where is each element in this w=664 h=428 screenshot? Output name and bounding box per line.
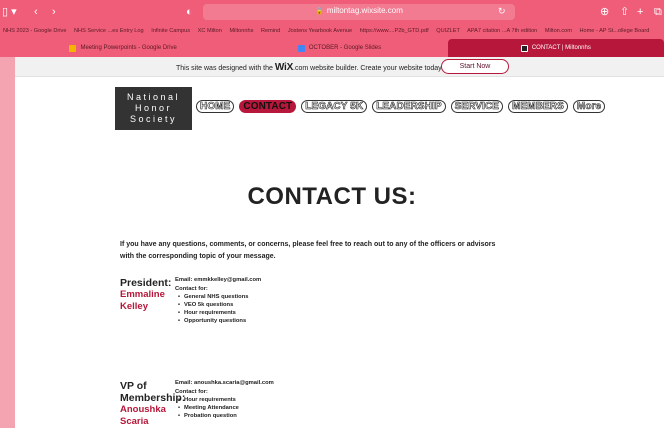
nav-more[interactable]: More bbox=[572, 100, 606, 113]
bookmark-item[interactable]: NHS Service ...es Entry Log bbox=[74, 28, 144, 34]
wix-banner: This site was designed with the WiX.com … bbox=[15, 57, 664, 77]
topic-list: General NHS questions VEO 5k questions H… bbox=[175, 293, 261, 325]
browser-toolbar: ▯ ▾ ‹ › ◐ 🔒 miltontag.wixsite.com ↻ ⊕ ⇧ +… bbox=[0, 0, 664, 24]
site-nav: HOME CONTACT LEGACY 5K LEADERSHIP SERVIC… bbox=[196, 100, 606, 113]
bookmark-item[interactable]: https://www....P2b_GTD.pdf bbox=[360, 28, 429, 34]
shield-icon[interactable]: ◐ bbox=[186, 5, 193, 19]
bookmarks-bar: NHS 2023 - Google Drive NHS Service ...e… bbox=[0, 24, 664, 38]
tab-bar: Meeting Powerpoints - Google Drive OCTOB… bbox=[15, 38, 664, 57]
wix-logo: WiX bbox=[274, 62, 294, 73]
topic-item: VEO 5k questions bbox=[178, 301, 261, 309]
topic-list: Hour requirements Meeting Attendance Pro… bbox=[175, 396, 274, 420]
topic-item: General NHS questions bbox=[178, 293, 261, 301]
address-bar[interactable]: 🔒 miltontag.wixsite.com bbox=[203, 4, 515, 20]
bookmark-item[interactable]: XC Milton bbox=[198, 28, 222, 34]
sidebar-toggle-icon[interactable]: ▯ ▾ bbox=[2, 5, 17, 19]
nav-leadership[interactable]: LEADERSHIP bbox=[372, 100, 446, 113]
officer-email[interactable]: Email: emmkkelley@gmail.com bbox=[175, 277, 261, 283]
nav-members[interactable]: MEMBERS bbox=[508, 100, 568, 113]
bookmark-item[interactable]: Infinite Campus bbox=[151, 28, 190, 34]
bookmark-item[interactable]: Home - AP St...ollege Board bbox=[579, 28, 649, 34]
intro-text: If you have any questions, comments, or … bbox=[120, 241, 496, 260]
wix-banner-text: This site was designed with the WiX.com … bbox=[176, 62, 444, 73]
bookmark-item[interactable]: Remind bbox=[261, 28, 280, 34]
officer-name: Anoushka Scaria bbox=[120, 404, 166, 427]
tab-october-slides[interactable]: OCTOBER - Google Slides bbox=[231, 39, 447, 57]
wix-icon bbox=[520, 44, 528, 52]
url-text: miltontag.wixsite.com bbox=[326, 6, 403, 15]
back-icon[interactable]: ‹ bbox=[34, 5, 38, 19]
nav-service[interactable]: SERVICE bbox=[450, 100, 504, 113]
google-slides-icon bbox=[297, 44, 305, 52]
topic-item: Hour requirements bbox=[178, 396, 274, 404]
site-logo[interactable]: National Honor Society bbox=[115, 87, 192, 130]
tab-meeting-powerpoints[interactable]: Meeting Powerpoints - Google Drive bbox=[15, 39, 231, 57]
tab-overview-icon[interactable]: ⧉ bbox=[654, 5, 662, 19]
officer-contact-info: Email: emmkkelley@gmail.com Contact for:… bbox=[175, 277, 261, 325]
bookmark-item[interactable]: APA7 citation ...A 7th edition bbox=[467, 28, 537, 34]
contact-for-label: Contact for: bbox=[175, 286, 208, 292]
officer-role: President: bbox=[120, 277, 172, 289]
nav-legacy-5k[interactable]: LEGACY 5K bbox=[301, 100, 368, 113]
topic-item: Hour requirements bbox=[178, 309, 261, 317]
reload-icon[interactable]: ↻ bbox=[498, 4, 506, 18]
google-drive-icon bbox=[69, 44, 77, 52]
bookmark-item[interactable]: Jostens Yearbook Avenue bbox=[288, 28, 352, 34]
page-title: CONTACT US: bbox=[247, 183, 417, 210]
officer-email[interactable]: Email: anoushka.scaria@gmail.com bbox=[175, 380, 274, 386]
tab-contact[interactable]: CONTACT | Miltonnhs bbox=[447, 39, 664, 57]
new-tab-icon[interactable]: + bbox=[637, 5, 643, 19]
desktop-edge bbox=[0, 0, 15, 428]
topic-item: Meeting Attendance bbox=[178, 404, 274, 412]
forward-icon[interactable]: › bbox=[52, 5, 56, 19]
start-now-button[interactable]: Start Now bbox=[441, 59, 509, 74]
browser-chrome: ▯ ▾ ‹ › ◐ 🔒 miltontag.wixsite.com ↻ ⊕ ⇧ +… bbox=[0, 0, 664, 57]
officer-contact-info: Email: anoushka.scaria@gmail.com Contact… bbox=[175, 380, 274, 420]
lock-icon: 🔒 bbox=[315, 8, 324, 15]
bookmark-item[interactable]: QUIZLET bbox=[436, 28, 460, 34]
bookmark-item[interactable]: Miltonnhs bbox=[229, 28, 253, 34]
bookmark-item[interactable]: Milton.com bbox=[545, 28, 572, 34]
contact-for-label: Contact for: bbox=[175, 389, 208, 395]
nav-home[interactable]: HOME bbox=[196, 100, 235, 113]
download-icon[interactable]: ⊕ bbox=[600, 5, 609, 19]
nav-contact[interactable]: CONTACT bbox=[239, 100, 297, 113]
topic-item: Opportunity questions bbox=[178, 317, 261, 325]
officer-name: Emmaline Kelley bbox=[120, 289, 165, 312]
topic-item: Probation question bbox=[178, 412, 274, 420]
share-icon[interactable]: ⇧ bbox=[620, 5, 629, 19]
bookmark-item[interactable]: NHS 2023 - Google Drive bbox=[3, 28, 66, 34]
